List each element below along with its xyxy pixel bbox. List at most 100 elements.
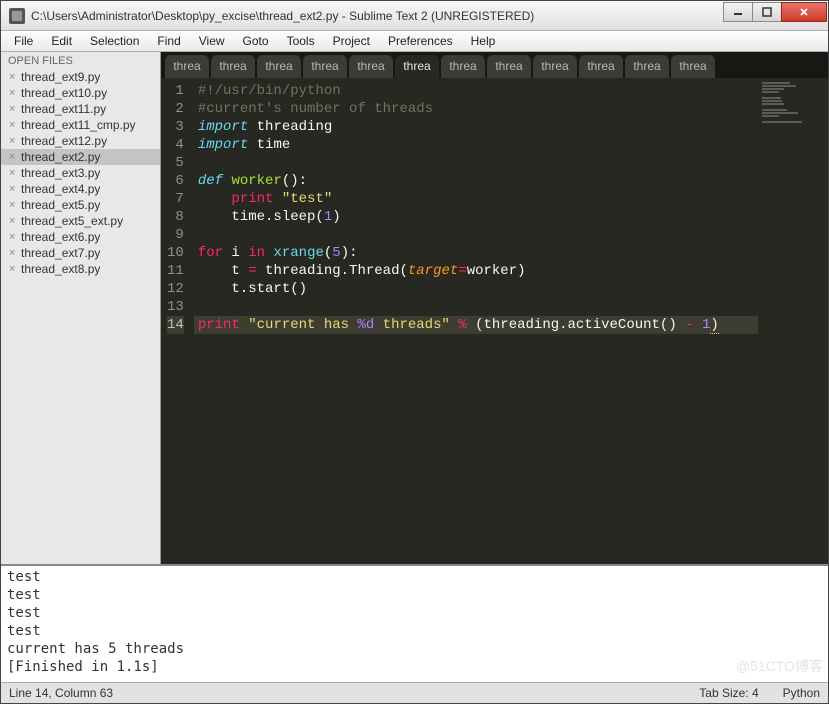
- close-file-icon[interactable]: ×: [9, 167, 21, 179]
- file-name-label: thread_ext10.py: [21, 86, 107, 100]
- code-line[interactable]: [194, 226, 758, 244]
- code-line[interactable]: def worker():: [194, 172, 758, 190]
- close-button[interactable]: [781, 2, 827, 22]
- status-position[interactable]: Line 14, Column 63: [9, 686, 699, 700]
- console-line: test: [7, 586, 822, 604]
- close-file-icon[interactable]: ×: [9, 199, 21, 211]
- editor-tab[interactable]: threa: [303, 55, 347, 78]
- open-file-item[interactable]: ×thread_ext9.py: [1, 69, 160, 85]
- close-file-icon[interactable]: ×: [9, 103, 21, 115]
- line-number[interactable]: 9: [167, 226, 184, 244]
- editor-tab[interactable]: threa: [349, 55, 393, 78]
- code-line[interactable]: print "current has %d threads" % (thread…: [194, 316, 758, 334]
- file-name-label: thread_ext2.py: [21, 150, 100, 164]
- line-number[interactable]: 14: [167, 316, 184, 334]
- line-number[interactable]: 7: [167, 190, 184, 208]
- close-file-icon[interactable]: ×: [9, 263, 21, 275]
- menu-project[interactable]: Project: [324, 32, 379, 50]
- menu-find[interactable]: Find: [148, 32, 189, 50]
- maximize-button[interactable]: [752, 2, 781, 22]
- close-file-icon[interactable]: ×: [9, 183, 21, 195]
- sidebar: OPEN FILES ×thread_ext9.py×thread_ext10.…: [1, 52, 161, 564]
- line-number[interactable]: 4: [167, 136, 184, 154]
- file-name-label: thread_ext9.py: [21, 70, 100, 84]
- menu-help[interactable]: Help: [462, 32, 505, 50]
- menu-file[interactable]: File: [5, 32, 42, 50]
- menu-preferences[interactable]: Preferences: [379, 32, 462, 50]
- close-file-icon[interactable]: ×: [9, 119, 21, 131]
- code-area[interactable]: #!/usr/bin/python#current's number of th…: [194, 78, 758, 564]
- console-line: current has 5 threads: [7, 640, 822, 658]
- code-line[interactable]: print "test": [194, 190, 758, 208]
- code-line[interactable]: [194, 154, 758, 172]
- line-number[interactable]: 5: [167, 154, 184, 172]
- line-number[interactable]: 12: [167, 280, 184, 298]
- open-file-item[interactable]: ×thread_ext11.py: [1, 101, 160, 117]
- close-file-icon[interactable]: ×: [9, 135, 21, 147]
- open-file-item[interactable]: ×thread_ext5_ext.py: [1, 213, 160, 229]
- titlebar[interactable]: C:\Users\Administrator\Desktop\py_excise…: [1, 1, 828, 31]
- menu-selection[interactable]: Selection: [81, 32, 148, 50]
- sidebar-header: OPEN FILES: [1, 52, 160, 69]
- line-number[interactable]: 10: [167, 244, 184, 262]
- editor-tab[interactable]: threa: [165, 55, 209, 78]
- code-line[interactable]: import time: [194, 136, 758, 154]
- open-files-list: ×thread_ext9.py×thread_ext10.py×thread_e…: [1, 69, 160, 277]
- close-file-icon[interactable]: ×: [9, 87, 21, 99]
- editor-tab[interactable]: threa: [487, 55, 531, 78]
- code-line[interactable]: time.sleep(1): [194, 208, 758, 226]
- code-line[interactable]: for i in xrange(5):: [194, 244, 758, 262]
- code-line[interactable]: t = threading.Thread(target=worker): [194, 262, 758, 280]
- code-line[interactable]: #!/usr/bin/python: [194, 82, 758, 100]
- open-file-item[interactable]: ×thread_ext2.py: [1, 149, 160, 165]
- close-file-icon[interactable]: ×: [9, 215, 21, 227]
- status-language[interactable]: Python: [783, 686, 820, 700]
- line-number[interactable]: 2: [167, 100, 184, 118]
- status-tab-size[interactable]: Tab Size: 4: [699, 686, 758, 700]
- file-name-label: thread_ext6.py: [21, 230, 100, 244]
- close-file-icon[interactable]: ×: [9, 151, 21, 163]
- line-number[interactable]: 3: [167, 118, 184, 136]
- open-file-item[interactable]: ×thread_ext10.py: [1, 85, 160, 101]
- close-file-icon[interactable]: ×: [9, 247, 21, 259]
- editor-tab[interactable]: threa: [257, 55, 301, 78]
- app-window: C:\Users\Administrator\Desktop\py_excise…: [0, 0, 829, 704]
- file-name-label: thread_ext3.py: [21, 166, 100, 180]
- editor-tab[interactable]: threa: [533, 55, 577, 78]
- line-number[interactable]: 6: [167, 172, 184, 190]
- menu-edit[interactable]: Edit: [42, 32, 81, 50]
- close-file-icon[interactable]: ×: [9, 71, 21, 83]
- line-number[interactable]: 13: [167, 298, 184, 316]
- editor-body: 1234567891011121314 #!/usr/bin/python#cu…: [161, 78, 828, 564]
- build-output-panel[interactable]: testtesttesttestcurrent has 5 threads[Fi…: [1, 564, 828, 682]
- code-line[interactable]: [194, 298, 758, 316]
- code-line[interactable]: #current's number of threads: [194, 100, 758, 118]
- editor-tab[interactable]: threa: [441, 55, 485, 78]
- editor-tab[interactable]: threa: [671, 55, 715, 78]
- open-file-item[interactable]: ×thread_ext5.py: [1, 197, 160, 213]
- open-file-item[interactable]: ×thread_ext12.py: [1, 133, 160, 149]
- editor-tab[interactable]: threa: [395, 55, 439, 78]
- console-line: test: [7, 622, 822, 640]
- window-controls: [723, 2, 827, 22]
- close-file-icon[interactable]: ×: [9, 231, 21, 243]
- code-line[interactable]: t.start(): [194, 280, 758, 298]
- open-file-item[interactable]: ×thread_ext4.py: [1, 181, 160, 197]
- line-number[interactable]: 8: [167, 208, 184, 226]
- menu-tools[interactable]: Tools: [278, 32, 324, 50]
- editor-tab[interactable]: threa: [579, 55, 623, 78]
- editor-tab[interactable]: threa: [211, 55, 255, 78]
- open-file-item[interactable]: ×thread_ext6.py: [1, 229, 160, 245]
- code-line[interactable]: import threading: [194, 118, 758, 136]
- minimize-button[interactable]: [723, 2, 752, 22]
- open-file-item[interactable]: ×thread_ext11_cmp.py: [1, 117, 160, 133]
- editor-tab[interactable]: threa: [625, 55, 669, 78]
- open-file-item[interactable]: ×thread_ext3.py: [1, 165, 160, 181]
- menu-goto[interactable]: Goto: [234, 32, 278, 50]
- menu-view[interactable]: View: [190, 32, 234, 50]
- minimap[interactable]: [758, 78, 828, 564]
- open-file-item[interactable]: ×thread_ext8.py: [1, 261, 160, 277]
- line-number[interactable]: 1: [167, 82, 184, 100]
- line-number[interactable]: 11: [167, 262, 184, 280]
- open-file-item[interactable]: ×thread_ext7.py: [1, 245, 160, 261]
